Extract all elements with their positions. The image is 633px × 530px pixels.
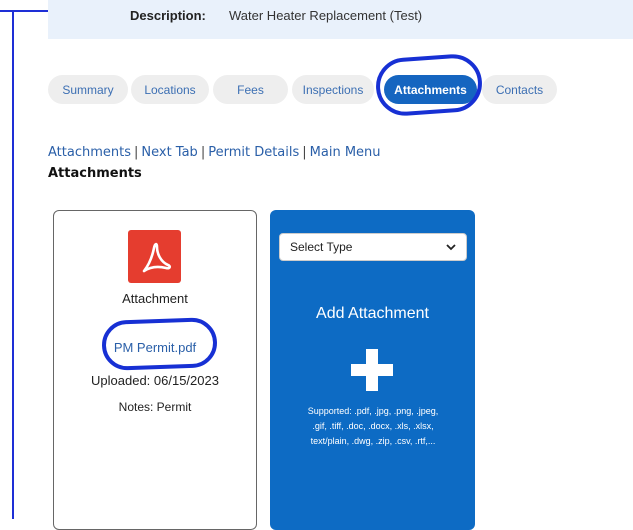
plus-icon[interactable]: [351, 349, 393, 391]
description-label: Description:: [130, 8, 206, 23]
tab-attachments[interactable]: Attachments: [384, 75, 477, 104]
add-attachment-title: Add Attachment: [316, 305, 429, 322]
attachment-type-select[interactable]: Select Type: [279, 233, 467, 261]
attachment-type-label: Attachment: [122, 291, 188, 306]
supported-formats: Supported: .pdf, .jpg, .png, .jpeg, .gif…: [292, 404, 454, 449]
link-permit-details[interactable]: Permit Details: [208, 145, 299, 160]
frame-line: [12, 10, 14, 519]
acrobat-glyph: [142, 242, 171, 272]
separator: |: [200, 145, 206, 160]
tab-fees[interactable]: Fees: [213, 75, 288, 104]
attachment-file-link[interactable]: PM Permit.pdf: [53, 340, 257, 355]
tab-inspections[interactable]: Inspections: [292, 75, 374, 104]
upload-date: Uploaded: 06/15/2023: [91, 373, 219, 388]
separator: |: [133, 145, 139, 160]
tab-summary[interactable]: Summary: [48, 75, 128, 104]
link-attachments[interactable]: Attachments: [48, 145, 131, 160]
attachment-notes: Notes: Permit: [118, 400, 192, 414]
supported-line: Supported: .pdf, .jpg, .png, .jpeg,: [307, 406, 439, 416]
supported-line: .gif, .tiff, .doc, .docx, .xls, .xlsx,: [312, 421, 434, 431]
breadcrumb-links: Attachments | Next Tab | Permit Details | Main…: [48, 145, 381, 160]
section-title: Attachments: [48, 166, 142, 181]
chevron-down-icon: [446, 243, 456, 250]
link-next-tab[interactable]: Next Tab: [141, 145, 197, 160]
pdf-icon: [128, 230, 181, 283]
supported-line: text/plain, .dwg, .zip, .csv, .rtf,...: [310, 436, 436, 446]
select-value: Select Type: [290, 240, 353, 254]
separator: |: [302, 145, 307, 160]
tab-locations[interactable]: Locations: [131, 75, 209, 104]
link-main-menu[interactable]: Main Menu: [310, 145, 381, 160]
frame-line: [0, 10, 12, 12]
description-value: Water Heater Replacement (Test): [229, 8, 423, 23]
tab-contacts[interactable]: Contacts: [482, 75, 557, 104]
